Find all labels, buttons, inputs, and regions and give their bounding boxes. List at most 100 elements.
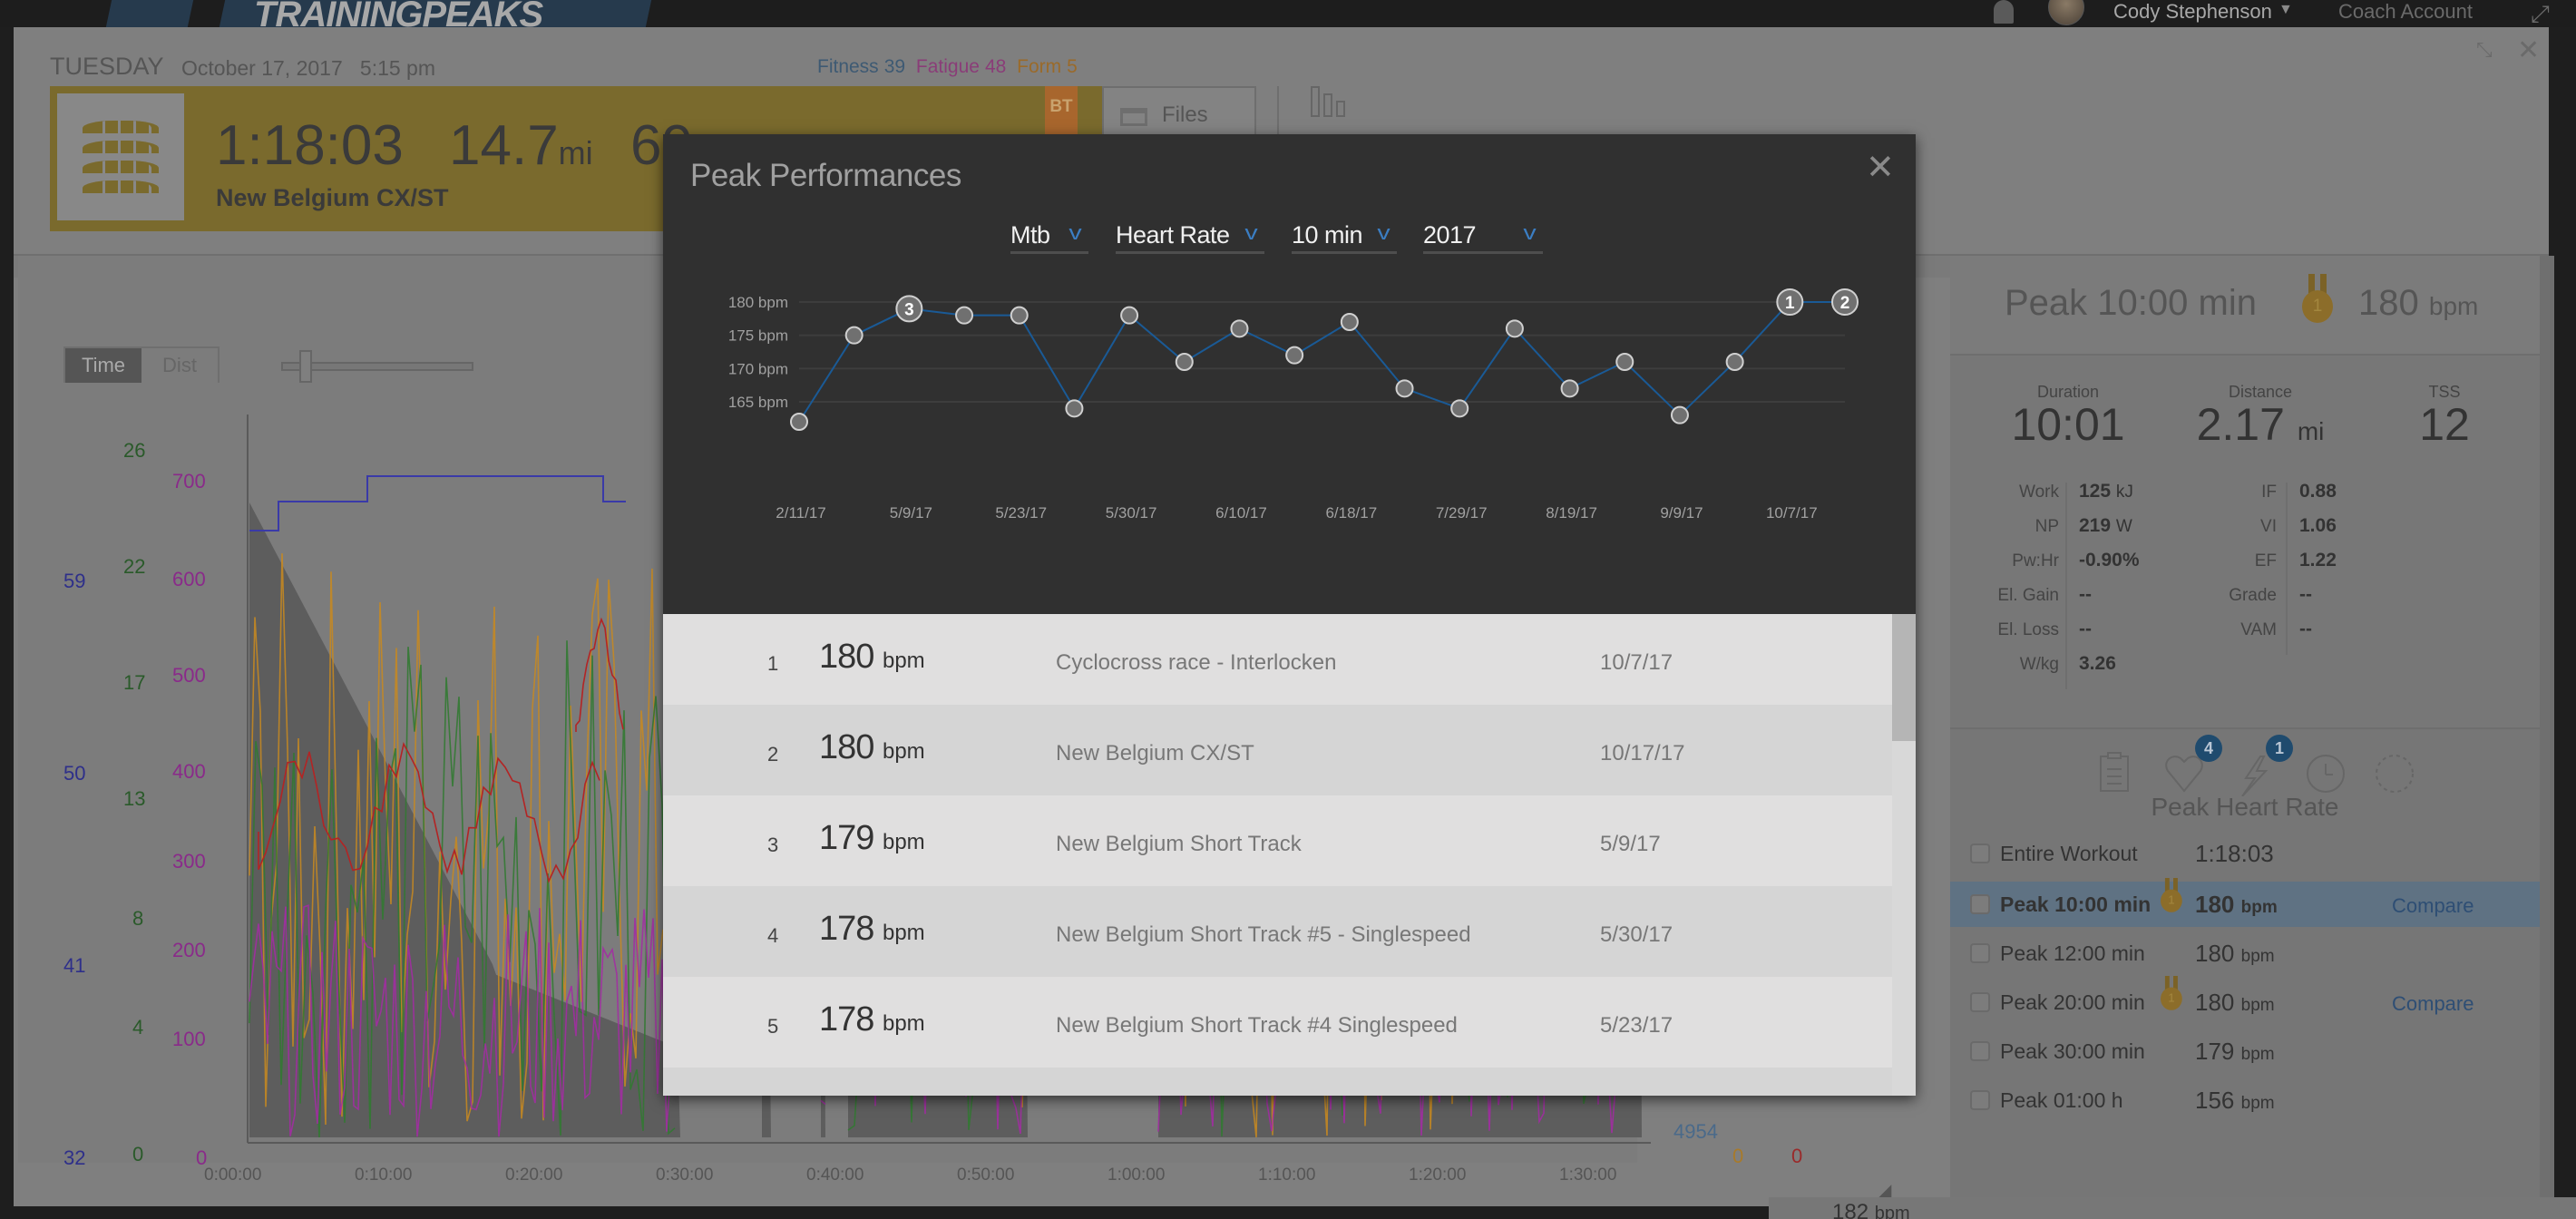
point-marker bbox=[1670, 405, 1689, 424]
list-item[interactable]: 3 179 bpm New Belgium Short Track 5/9/17 bbox=[663, 795, 1892, 886]
ranked-data-point[interactable]: 2 bbox=[1831, 288, 1859, 316]
point-marker bbox=[1010, 306, 1029, 325]
gold-medal-icon: 1 bbox=[2161, 878, 2182, 915]
list-scrollbar-thumb[interactable] bbox=[1892, 614, 1916, 741]
data-point[interactable] bbox=[1505, 319, 1524, 338]
row-checkbox[interactable] bbox=[1970, 943, 1990, 963]
data-point[interactable] bbox=[1010, 306, 1029, 325]
collapse-icon[interactable]: ⤡ bbox=[2476, 38, 2493, 62]
x-tick-label: 5/30/17 bbox=[1106, 504, 1157, 522]
stat-label: IF bbox=[2261, 483, 2277, 502]
expand-icon[interactable]: ⤢ bbox=[2531, 0, 2550, 29]
close-icon[interactable]: ✕ bbox=[2517, 34, 2540, 66]
row-checkbox[interactable] bbox=[1970, 894, 1990, 914]
workout-title[interactable]: New Belgium CX/ST bbox=[216, 184, 449, 212]
year-filter-dropdown[interactable]: 2017 v bbox=[1423, 218, 1543, 254]
data-point[interactable] bbox=[955, 306, 974, 325]
list-item[interactable]: 2 180 bpm New Belgium CX/ST 10/17/17 bbox=[663, 705, 1892, 795]
data-point[interactable] bbox=[1450, 399, 1469, 418]
row-value-number: 179 bbox=[2195, 1038, 2235, 1065]
peak-value-number: 179 bbox=[819, 819, 874, 857]
list-item[interactable]: 1 180 bpm Cyclocross race - Interlocken 10/… bbox=[663, 614, 1892, 705]
workout-name-link[interactable]: New Belgium Short Track #4 Singlespeed bbox=[1056, 1013, 1458, 1039]
metric-filter-dropdown[interactable]: Heart Rate v bbox=[1116, 218, 1264, 254]
chevron-down-icon: v bbox=[1523, 221, 1537, 244]
dashed-circle-icon[interactable] bbox=[2375, 753, 2414, 795]
files-button[interactable]: Files bbox=[1102, 86, 1256, 141]
list-item[interactable]: 4 178 bpm New Belgium Short Track #5 - Sin… bbox=[663, 886, 1892, 977]
peak-detail-header: Peak 10:00 min 1 180 bpm bbox=[1950, 256, 2540, 356]
workout-name-link[interactable]: New Belgium CX/ST bbox=[1056, 741, 1254, 766]
data-point[interactable] bbox=[1340, 313, 1359, 331]
workout-name-link[interactable]: Cyclocross race - Interlocken bbox=[1056, 650, 1336, 676]
point-rank-label: 3 bbox=[904, 300, 914, 319]
data-point[interactable] bbox=[1560, 379, 1579, 398]
peak-list-row[interactable]: Peak 30:00 min 179 bpm bbox=[1950, 1029, 2540, 1074]
point-marker bbox=[1615, 353, 1634, 371]
lightning-icon[interactable] bbox=[2237, 755, 2273, 797]
close-icon[interactable]: ✕ bbox=[1866, 147, 1895, 188]
bar-chart-icon[interactable] bbox=[1311, 86, 1347, 117]
peak-value-unit: bpm bbox=[882, 830, 925, 854]
duration-filter-dropdown[interactable]: 10 min v bbox=[1292, 218, 1397, 254]
power-axis-tick: 600 bbox=[172, 568, 206, 590]
peak-performance-chart[interactable]: 165 bpm 170 bpm 175 bpm 180 bpm 2/11/17 5/9/1… bbox=[663, 270, 1916, 614]
workout-name-link[interactable]: New Belgium Short Track #5 - Singlespeed bbox=[1056, 922, 1471, 948]
data-point[interactable] bbox=[844, 326, 864, 345]
data-point[interactable] bbox=[1615, 353, 1634, 371]
heart-icon[interactable] bbox=[2164, 753, 2203, 795]
data-point[interactable] bbox=[1230, 319, 1249, 338]
row-checkbox[interactable] bbox=[1970, 1090, 1990, 1110]
tss-stat: TSS 12 bbox=[2408, 383, 2481, 447]
row-label: Peak 20:00 min bbox=[2000, 990, 2145, 1014]
x-tick-label: 8/19/17 bbox=[1546, 504, 1597, 522]
logo-stripe bbox=[105, 0, 194, 27]
clipboard-icon[interactable] bbox=[2097, 751, 2133, 793]
list-item[interactable]: 5 178 bpm New Belgium Short Track #4 Singl… bbox=[663, 977, 1892, 1068]
distance-unit: mi bbox=[558, 134, 593, 171]
speed-axis-tick: 8 bbox=[132, 907, 144, 930]
form-value: 5 bbox=[1067, 56, 1078, 77]
bell-icon[interactable] bbox=[1994, 0, 2014, 24]
lightning-badge: 1 bbox=[2266, 735, 2293, 762]
right-panel-scrollbar[interactable] bbox=[2540, 256, 2554, 1199]
list-item[interactable] bbox=[663, 1068, 1892, 1096]
row-checkbox[interactable] bbox=[1970, 1041, 1990, 1061]
ranked-data-point[interactable]: 3 bbox=[895, 295, 923, 323]
stat-label: Pw:Hr bbox=[2012, 551, 2059, 570]
workout-name-link[interactable]: New Belgium Short Track bbox=[1056, 832, 1302, 857]
data-point[interactable] bbox=[1395, 379, 1414, 398]
ranked-data-point[interactable]: 1 bbox=[1776, 288, 1804, 316]
coach-account-link[interactable]: Coach Account bbox=[2338, 0, 2473, 24]
stat-value-number: -- bbox=[2079, 619, 2092, 639]
compare-link[interactable]: Compare bbox=[2392, 894, 2474, 918]
peak-list-row[interactable]: Peak 10:00 min 1 180 bpm Compare bbox=[1950, 878, 2540, 927]
data-point[interactable] bbox=[790, 413, 808, 431]
peak-list-row[interactable]: Peak 12:00 min 180 bpm bbox=[1950, 931, 2540, 976]
sport-filter-dropdown[interactable]: Mtb v bbox=[1010, 218, 1088, 254]
zoom-slider-handle[interactable] bbox=[299, 350, 312, 383]
data-point[interactable] bbox=[1065, 399, 1084, 418]
peak-list-row[interactable]: Peak 01:00 h 156 bpm bbox=[1950, 1078, 2540, 1123]
heart-badge: 4 bbox=[2195, 735, 2222, 762]
data-point[interactable] bbox=[1670, 405, 1689, 424]
dist-toggle-button[interactable]: Dist bbox=[141, 348, 218, 383]
y-tick-label: 175 bpm bbox=[728, 327, 788, 345]
stat-value-number: 219 bbox=[2079, 515, 2112, 536]
stat-label: El. Gain bbox=[1997, 586, 2059, 605]
data-point[interactable] bbox=[1120, 306, 1139, 325]
compare-link[interactable]: Compare bbox=[2392, 992, 2474, 1016]
time-text: 5:15 pm bbox=[359, 56, 436, 80]
peak-list-row[interactable]: Peak 20:00 min 1 180 bpm Compare bbox=[1950, 976, 2540, 1025]
row-checkbox[interactable] bbox=[1970, 844, 1990, 863]
clock-icon[interactable] bbox=[2306, 753, 2345, 795]
data-point[interactable] bbox=[1285, 346, 1304, 365]
user-menu[interactable]: Cody Stephenson bbox=[2113, 0, 2272, 24]
data-point[interactable] bbox=[1175, 353, 1194, 371]
row-checkbox[interactable] bbox=[1970, 992, 1990, 1012]
data-point[interactable] bbox=[1725, 353, 1744, 371]
peak-list-row[interactable]: Entire Workout 1:18:03 bbox=[1950, 831, 2540, 876]
time-toggle-button[interactable]: Time bbox=[65, 348, 141, 383]
caret-down-icon[interactable]: ▼ bbox=[2278, 2, 2293, 18]
avatar[interactable] bbox=[2048, 0, 2084, 25]
